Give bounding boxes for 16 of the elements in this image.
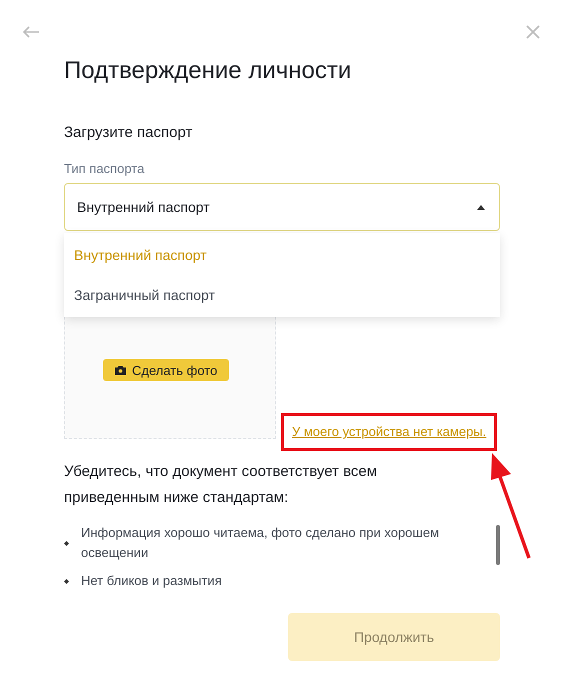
caret-icon (477, 204, 485, 210)
take-photo-button[interactable]: Сделать фото (103, 359, 230, 381)
camera-icon (115, 366, 126, 374)
close-icon (526, 25, 540, 39)
bullet-icon (64, 540, 69, 546)
section-title: Загрузите паспорт (64, 123, 194, 143)
back-arrow-icon (22, 26, 40, 38)
requirement-text: Информация хорошо читаема, фото сделано при хорошем освещении (81, 524, 440, 562)
field-label: Тип паспорта (64, 160, 146, 178)
scrollbar-thumb[interactable] (496, 525, 500, 565)
bullet-icon (64, 578, 69, 584)
dialog-title: Подтверждение личности (64, 56, 352, 86)
passport-type-select[interactable]: Внутренний паспорт (64, 183, 500, 231)
dropdown-option[interactable]: Заграничный паспорт (64, 275, 500, 315)
requirement-text: Нет бликов и размытия (81, 572, 223, 590)
requirements-heading: Убедитесь, что документ соответствует всем приведенным ниже стандартам: (64, 462, 378, 508)
